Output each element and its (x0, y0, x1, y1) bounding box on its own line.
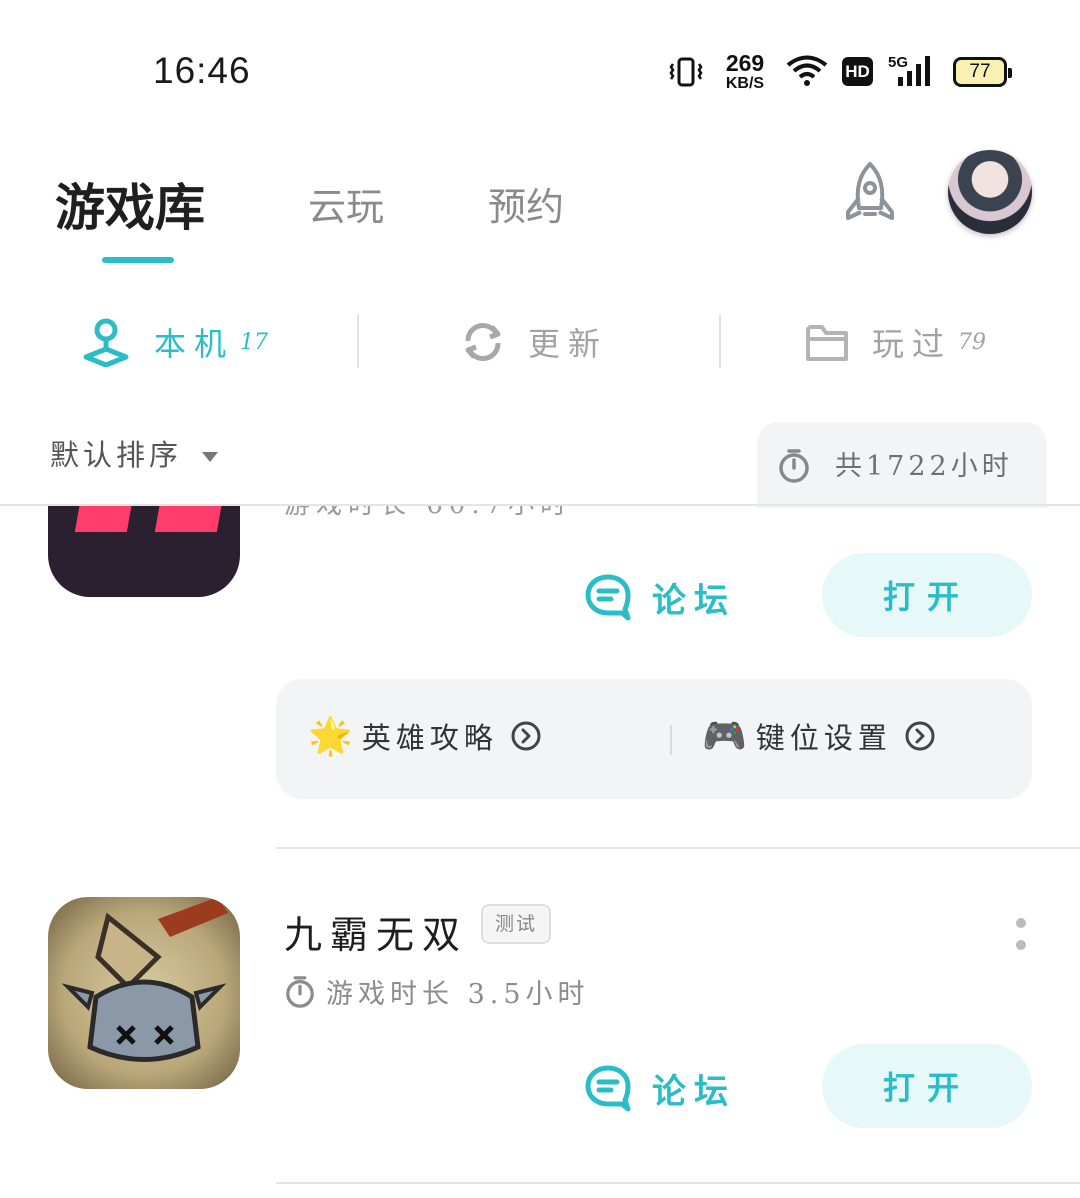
battery-indicator: 77 (953, 57, 1012, 87)
more-options-icon[interactable] (1010, 914, 1032, 954)
extras-divider (670, 725, 672, 755)
subtab-local[interactable]: 本机 17 (80, 312, 268, 372)
chevron-right-icon (511, 721, 541, 751)
gamepad-icon: 🎮 (702, 716, 752, 757)
key-settings-link[interactable]: 🎮 键位设置 (702, 715, 936, 757)
rocket-icon[interactable] (834, 158, 906, 230)
list-divider (276, 1182, 1080, 1184)
subtab-update-label: 更新 (528, 325, 609, 363)
game-extras-panel: 🌟 英雄攻略 🎮 键位设置 (276, 679, 1032, 799)
chat-bubble-icon (585, 574, 631, 621)
net-speed: 269 KB/S (722, 52, 768, 92)
subtab-played-count: 79 (958, 329, 987, 355)
game-playtime-row: 游戏时长 3.5小时 (284, 972, 590, 1011)
net-speed-value: 269 (725, 50, 765, 76)
subtab-local-count: 17 (240, 329, 269, 355)
tab-reservation[interactable]: 预约 (488, 176, 564, 231)
subtab-played-label: 玩过 (872, 325, 953, 363)
subtab-divider (719, 314, 721, 368)
subtab-update[interactable]: 更新 (460, 312, 608, 372)
tab-game-library[interactable]: 游戏库 (55, 168, 205, 240)
tab-cloud-play[interactable]: 云玩 (308, 176, 384, 231)
signal-5g-icon: 5G (888, 54, 930, 86)
hero-guide-label: 英雄攻略 (361, 721, 498, 755)
joystick-pin-icon (83, 318, 129, 367)
forum-button[interactable]: 论坛 (584, 562, 754, 632)
game-title[interactable]: 九霸无双 (284, 904, 468, 959)
sub-tab-bar: 本机 17 更新 玩过 79 (0, 300, 1080, 390)
sort-row: 默认排序 共1722小时 (0, 420, 1080, 508)
dropdown-arrow-icon[interactable] (202, 452, 218, 462)
star-icon: 🌟 (308, 716, 358, 757)
hero-guide-link[interactable]: 🌟 英雄攻略 (308, 715, 542, 757)
refresh-icon (465, 322, 501, 362)
hd-badge: HD (842, 57, 873, 86)
test-badge: 测试 (481, 904, 551, 944)
game-icon[interactable] (48, 897, 240, 1089)
game-playtime: 游戏时长 3.5小时 (326, 979, 590, 1010)
sort-dropdown[interactable]: 默认排序 (50, 432, 182, 474)
folder-icon (806, 325, 848, 361)
stopwatch-icon (286, 975, 314, 1008)
total-playtime-text: 共1722小时 (835, 451, 1013, 482)
vibrate-icon (669, 57, 703, 87)
game-icon[interactable] (48, 506, 240, 597)
status-bar: 16:46 269 KB/S HD 5G 77 (0, 0, 1080, 130)
signal-label: 5G (888, 54, 908, 71)
game-playtime: 游戏时长 60.7小时 (284, 506, 572, 521)
open-button[interactable]: 打开 (822, 1044, 1032, 1128)
subtab-divider (357, 314, 359, 368)
top-tab-bar: 游戏库 云玩 预约 (0, 150, 1080, 270)
stopwatch-icon (779, 449, 809, 483)
chat-bubble-icon (585, 1065, 631, 1112)
net-speed-unit: KB/S (725, 75, 765, 92)
wifi-icon (786, 55, 828, 86)
active-tab-indicator (102, 257, 174, 263)
game-art-icon (61, 897, 228, 1062)
forum-button[interactable]: 论坛 (584, 1053, 754, 1123)
open-button[interactable]: 打开 (822, 553, 1032, 637)
total-playtime-pill: 共1722小时 (757, 422, 1047, 508)
subtab-local-label: 本机 (154, 325, 235, 363)
forum-label: 论坛 (652, 1071, 736, 1112)
list-divider (276, 847, 1080, 849)
game-list[interactable]: 游戏时长 60.7小时 论坛 打开 🌟 英雄攻略 🎮 键位设置 (0, 506, 1080, 1198)
chevron-right-icon (905, 721, 935, 751)
user-avatar[interactable] (948, 150, 1032, 234)
key-settings-label: 键位设置 (755, 721, 892, 755)
status-time: 16:46 (153, 50, 251, 91)
forum-label: 论坛 (652, 580, 736, 621)
subtab-played[interactable]: 玩过 79 (804, 312, 986, 372)
